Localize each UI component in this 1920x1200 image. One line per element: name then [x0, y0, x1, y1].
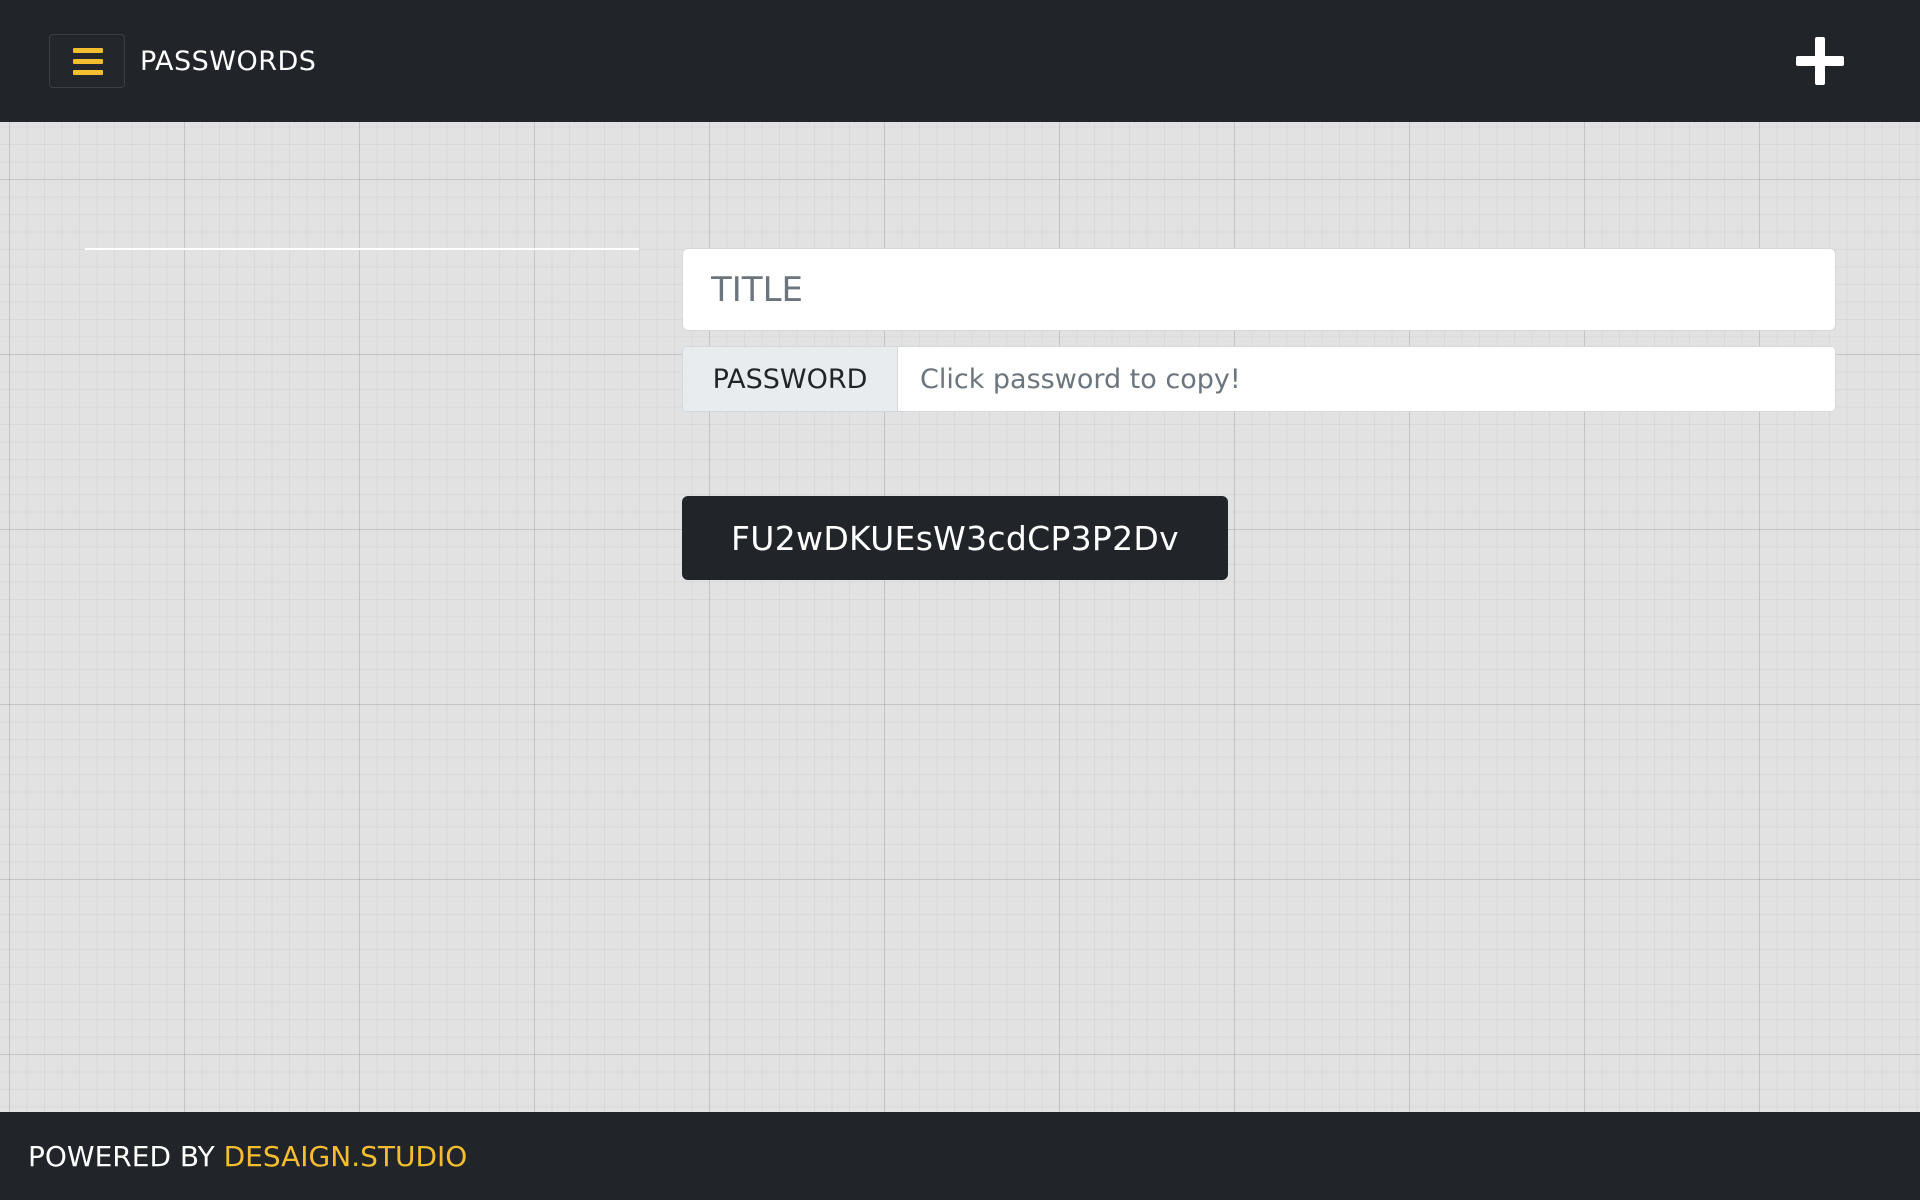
- password-input-group: PASSWORD: [682, 346, 1836, 412]
- footer-credit: POWERED BY DESAIGN.STUDIO: [28, 1140, 467, 1174]
- app-title: PASSWORDS: [140, 46, 317, 77]
- top-navbar: PASSWORDS: [0, 0, 1920, 122]
- title-input[interactable]: [682, 248, 1836, 331]
- generated-password-button[interactable]: FU2wDKUEsW3cdCP3P2Dv: [682, 496, 1228, 580]
- add-password-button[interactable]: [1790, 32, 1850, 88]
- footer: POWERED BY DESAIGN.STUDIO: [0, 1112, 1920, 1200]
- password-input[interactable]: [898, 347, 1835, 411]
- sidebar-divider: [85, 248, 639, 250]
- menu-toggle-button[interactable]: [49, 34, 125, 88]
- footer-powered-by: POWERED BY: [28, 1140, 224, 1173]
- footer-brand-link[interactable]: DESAIGN.STUDIO: [224, 1140, 468, 1173]
- password-label: PASSWORD: [683, 347, 898, 411]
